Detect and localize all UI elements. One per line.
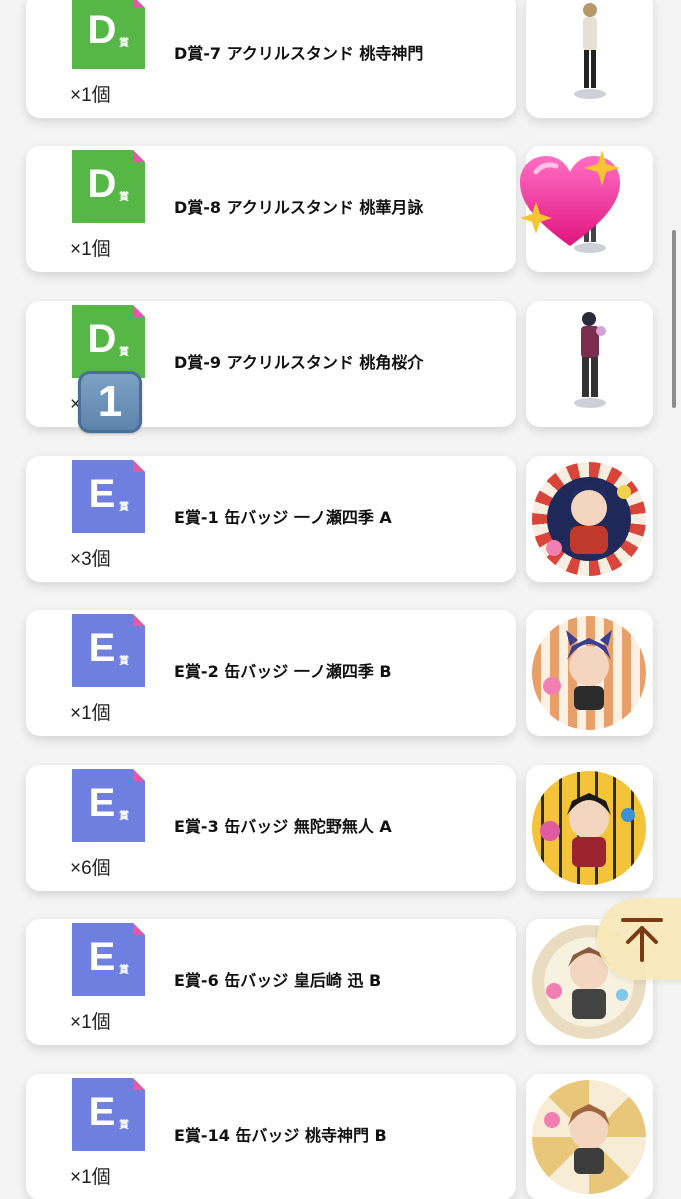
can-badge-image	[532, 1080, 646, 1194]
grade-e-badge-icon: E 賞	[72, 923, 145, 996]
can-badge-image	[532, 616, 646, 730]
prize-name: D賞-8 アクリルスタンド 桃華月詠	[174, 198, 424, 217]
prize-thumbnail[interactable]	[526, 1074, 653, 1199]
grade-e-badge-icon: E 賞	[72, 460, 145, 533]
prize-card[interactable]: E 賞 ×6個 E賞-3 缶バッジ 無陀野無人 A	[26, 765, 516, 891]
grade-e-badge-icon: E 賞	[72, 1078, 145, 1151]
prize-card[interactable]: E 賞 ×1個 E賞-6 缶バッジ 皇后崎 迅 B	[26, 919, 516, 1045]
prize-quantity: ×1個	[70, 703, 111, 724]
prize-name: E賞-1 缶バッジ 一ノ瀬四季 A	[174, 508, 392, 527]
grade-d-badge-icon: D 賞	[72, 0, 145, 69]
scroll-to-top-button[interactable]	[597, 898, 681, 980]
grade-suffix: 賞	[119, 38, 129, 49]
prize-row[interactable]: E 賞 ×1個 E賞-14 缶バッジ 桃寺神門 B	[0, 1074, 681, 1199]
grade-d-badge-icon: D 賞	[72, 150, 145, 223]
prize-thumbnail[interactable]	[526, 456, 653, 582]
grade-e-badge-icon: E 賞	[72, 614, 145, 687]
prize-thumbnail[interactable]	[526, 0, 653, 118]
prize-card[interactable]: E 賞 ×1個 E賞-14 缶バッジ 桃寺神門 B	[26, 1074, 516, 1199]
grade-suffix: 賞	[119, 811, 129, 822]
grade-suffix: 賞	[119, 656, 129, 667]
prize-quantity: ×6個	[70, 858, 111, 879]
prize-list-screen: D 賞 ×1個 D賞-7 アクリルスタンド 桃寺神門 D 賞 ×1個 D賞-8 …	[0, 0, 681, 1199]
grade-suffix: 賞	[119, 192, 129, 203]
grade-suffix: 賞	[119, 1120, 129, 1131]
prize-row[interactable]: E 賞 ×1個 E賞-6 缶バッジ 皇后崎 迅 B	[0, 919, 681, 1047]
prize-name: E賞-3 缶バッジ 無陀野無人 A	[174, 817, 392, 836]
prize-quantity: ×3個	[70, 549, 111, 570]
prize-quantity: ×1個	[70, 1167, 111, 1188]
prize-quantity: ×1個	[70, 239, 111, 260]
prize-quantity: ×1個	[70, 85, 111, 106]
grade-suffix: 賞	[119, 502, 129, 513]
prize-row[interactable]: E 賞 ×1個 E賞-2 缶バッジ 一ノ瀬四季 B	[0, 610, 681, 738]
prize-card[interactable]: E 賞 ×1個 E賞-2 缶バッジ 一ノ瀬四季 B	[26, 610, 516, 736]
prize-thumbnail[interactable]	[526, 610, 653, 736]
prize-name: E賞-14 缶バッジ 桃寺神門 B	[174, 1126, 387, 1145]
prize-name: D賞-7 アクリルスタンド 桃寺神門	[174, 44, 424, 63]
can-badge-image	[532, 771, 646, 885]
can-badge-image	[532, 462, 646, 576]
acrylic-stand-image	[574, 312, 606, 408]
prize-name: E賞-6 缶バッジ 皇后崎 迅 B	[174, 971, 382, 990]
grade-e-badge-icon: E 賞	[72, 769, 145, 842]
acrylic-stand-image	[574, 3, 606, 99]
scrollbar[interactable]	[672, 230, 676, 408]
grade-suffix: 賞	[119, 965, 129, 976]
keycap-digit-icon: 1	[78, 371, 142, 433]
prize-row[interactable]: E 賞 ×3個 E賞-1 缶バッジ 一ノ瀬四季 A	[0, 456, 681, 584]
prize-quantity: ×1個	[70, 1012, 111, 1033]
grade-d-badge-icon: D 賞	[72, 305, 145, 378]
prize-thumbnail[interactable]	[526, 765, 653, 891]
prize-thumbnail[interactable]	[526, 301, 653, 427]
prize-row[interactable]: E 賞 ×6個 E賞-3 缶バッジ 無陀野無人 A	[0, 765, 681, 893]
prize-card[interactable]: D 賞 ×1個 D賞-8 アクリルスタンド 桃華月詠	[26, 146, 516, 272]
prize-name: E賞-2 缶バッジ 一ノ瀬四季 B	[174, 662, 392, 681]
arrow-up-to-top-icon	[621, 918, 663, 962]
sparkling-heart-icon	[520, 150, 620, 246]
prize-card[interactable]: E 賞 ×3個 E賞-1 缶バッジ 一ノ瀬四季 A	[26, 456, 516, 582]
prize-name: D賞-9 アクリルスタンド 桃角桜介	[174, 353, 424, 372]
prize-row[interactable]: D 賞 ×1個 D賞-7 アクリルスタンド 桃寺神門	[0, 0, 681, 120]
grade-suffix: 賞	[119, 347, 129, 358]
prize-card[interactable]: D 賞 ×1個 D賞-7 アクリルスタンド 桃寺神門	[26, 0, 516, 118]
